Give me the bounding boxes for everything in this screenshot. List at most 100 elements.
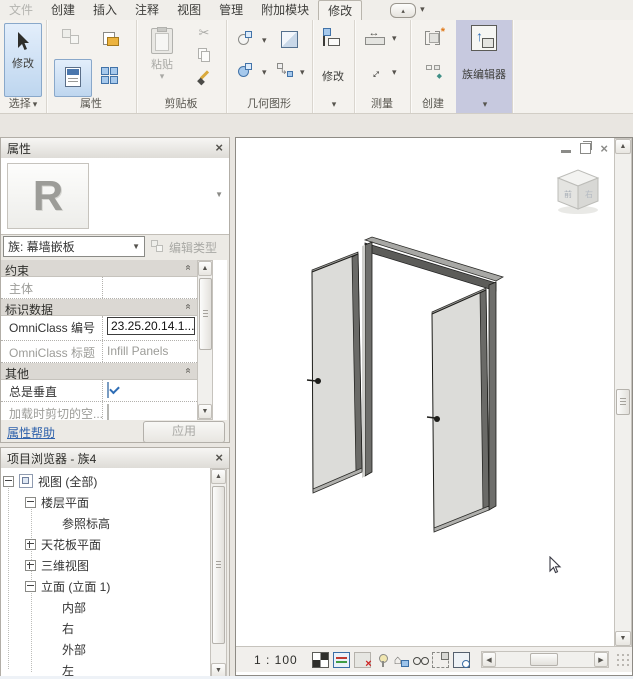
- property-row-always-vertical[interactable]: 总是垂直: [1, 380, 197, 402]
- create-component-button[interactable]: *: [418, 24, 450, 52]
- tree-node-ref-level[interactable]: 参照标高: [1, 513, 209, 533]
- tab-manage[interactable]: 管理: [210, 0, 252, 20]
- tab-view[interactable]: 视图: [168, 0, 210, 20]
- tree-node-floor-plans[interactable]: 楼层平面: [1, 492, 209, 512]
- scrollbar-thumb[interactable]: [199, 278, 212, 350]
- modify-panel-caret[interactable]: ▾: [312, 97, 354, 113]
- modify-tool-button[interactable]: 修改: [4, 23, 42, 97]
- crop-view-icon[interactable]: ⌂: [394, 653, 409, 667]
- copy-button[interactable]: [190, 47, 218, 69]
- tab-file[interactable]: 文件: [0, 0, 42, 20]
- temporary-hide-isolate-icon[interactable]: [413, 653, 428, 667]
- tree-node-right[interactable]: 右: [1, 618, 209, 638]
- family-types-button[interactable]: [92, 23, 130, 59]
- properties-close-icon[interactable]: ×: [215, 142, 223, 154]
- property-row-omniclass-title[interactable]: OmniClass 标题 Infill Panels: [1, 341, 197, 363]
- locked-3d-view-icon[interactable]: [432, 652, 449, 668]
- shadows-off-icon[interactable]: [375, 653, 390, 667]
- scrollbar-thumb[interactable]: [616, 389, 630, 415]
- expand-expander-icon[interactable]: [25, 560, 36, 571]
- project-browser-close-icon[interactable]: ×: [215, 452, 223, 464]
- tab-create[interactable]: 创建: [42, 0, 84, 20]
- reveal-hidden-elements-icon[interactable]: [453, 652, 470, 668]
- tree-node-exterior[interactable]: 外部: [1, 639, 209, 659]
- view-scale-button[interactable]: 1 : 100: [254, 653, 298, 667]
- tree-scrollbar[interactable]: ▲ ▼: [210, 468, 227, 679]
- collapse-expander-icon[interactable]: [25, 497, 36, 508]
- property-grid-scrollbar[interactable]: ▲ ▼: [197, 260, 213, 420]
- scroll-up-button[interactable]: ▲: [211, 469, 226, 484]
- omniclass-number-field[interactable]: 23.25.20.14.1...: [107, 317, 195, 335]
- type-selector-combobox[interactable]: 族: 幕墙嵌板 ▼: [3, 236, 145, 257]
- edit-type-button[interactable]: 编辑类型: [151, 237, 229, 257]
- tab-insert[interactable]: 插入: [84, 0, 126, 20]
- tab-annotate[interactable]: 注释: [126, 0, 168, 20]
- collapse-expander-icon[interactable]: [3, 476, 14, 487]
- type-preview-dropdown-icon[interactable]: ▼: [215, 190, 223, 199]
- scrollbar-thumb[interactable]: [212, 486, 225, 644]
- view-horizontal-scrollbar[interactable]: ◀ ▶: [481, 651, 609, 668]
- properties-help-link[interactable]: 属性帮助: [7, 424, 55, 441]
- tree-node-elevations[interactable]: 立面 (立面 1): [1, 576, 209, 596]
- dock-divider[interactable]: [230, 137, 235, 676]
- tree-node-ceiling-plans[interactable]: 天花板平面: [1, 534, 209, 554]
- panel-modify-collapsed[interactable]: 修改 ▾: [312, 20, 355, 113]
- expand-expander-icon[interactable]: [25, 539, 36, 550]
- scroll-up-button[interactable]: ▲: [615, 139, 631, 154]
- type-preview[interactable]: R ▼: [1, 158, 229, 235]
- solid-button[interactable]: [274, 26, 304, 52]
- sun-path-off-icon[interactable]: [354, 652, 371, 668]
- group-identity-data[interactable]: 标识数据 «: [1, 299, 197, 316]
- properties-palette-button[interactable]: [54, 59, 92, 97]
- property-row-cut-voids[interactable]: 加载时剪切的空...: [1, 402, 197, 420]
- property-row-omniclass-number[interactable]: OmniClass 编号 23.25.20.14.1...: [1, 316, 197, 341]
- scroll-down-button[interactable]: ▼: [615, 631, 631, 646]
- group-other[interactable]: 其他 «: [1, 363, 197, 380]
- scrollbar-thumb[interactable]: [530, 653, 558, 666]
- match-type-button[interactable]: [190, 70, 218, 92]
- tree-node-views[interactable]: 视图 (全部): [1, 471, 209, 491]
- family-category-button[interactable]: [54, 23, 92, 59]
- cope-button[interactable]: [230, 26, 262, 52]
- create-group-button[interactable]: ◆: [418, 58, 450, 86]
- tree-node-3d-views[interactable]: 三维视图: [1, 555, 209, 575]
- tab-modify[interactable]: 修改: [318, 0, 362, 21]
- measure-aligned-button[interactable]: ↔: [358, 24, 390, 52]
- ribbon-minimize-caret-icon[interactable]: ▾: [420, 4, 425, 20]
- ribbon-minimize-button[interactable]: ▴: [390, 3, 416, 18]
- tree-node-interior[interactable]: 内部: [1, 597, 209, 617]
- measure-between-button[interactable]: ↔: [358, 58, 390, 86]
- project-browser-header[interactable]: 项目浏览器 - 族4 ×: [1, 448, 229, 469]
- visual-style-icon[interactable]: [333, 652, 350, 668]
- collapse-expander-icon[interactable]: [25, 581, 36, 592]
- tab-addins[interactable]: 附加模块: [252, 0, 318, 20]
- apply-button[interactable]: 应用: [143, 421, 225, 443]
- family-parameters-button[interactable]: [92, 59, 130, 97]
- paste-button[interactable]: 粘贴 ▾: [142, 23, 182, 97]
- view-vertical-scrollbar[interactable]: ▲ ▼: [614, 138, 632, 647]
- select-caret-icon: ▾: [33, 99, 38, 109]
- drawing-area-window[interactable]: × 前 右: [235, 137, 633, 676]
- panel-select-label[interactable]: 选择▾: [0, 97, 46, 113]
- connectors-caret-icon[interactable]: ▾: [300, 68, 305, 76]
- properties-palette-header[interactable]: 属性 ×: [1, 138, 229, 159]
- family-editor-caret[interactable]: ▾: [456, 97, 512, 113]
- cope-caret-icon[interactable]: ▾: [262, 36, 267, 44]
- always-vertical-checkbox[interactable]: [107, 382, 109, 398]
- group-constraints[interactable]: 约束 «: [1, 260, 197, 277]
- scroll-left-button[interactable]: ◀: [482, 652, 496, 667]
- join-caret-icon[interactable]: ▾: [262, 68, 267, 76]
- measure-caret-icon[interactable]: ▾: [392, 34, 397, 42]
- cut-button[interactable]: ✂: [190, 24, 218, 46]
- panel-family-editor[interactable]: ↑ 族编辑器 ▾: [456, 20, 513, 113]
- scroll-right-button[interactable]: ▶: [594, 652, 608, 667]
- measure2-caret-icon[interactable]: ▾: [392, 68, 397, 76]
- property-row-host[interactable]: 主体: [1, 277, 197, 299]
- detail-level-icon[interactable]: [312, 652, 329, 668]
- join-button[interactable]: [230, 58, 262, 84]
- scroll-down-button[interactable]: ▼: [198, 404, 212, 419]
- resize-grip[interactable]: [616, 653, 631, 668]
- cut-voids-checkbox[interactable]: [107, 404, 109, 420]
- connectors-button[interactable]: ↳: [270, 58, 300, 84]
- scroll-up-button[interactable]: ▲: [198, 261, 212, 276]
